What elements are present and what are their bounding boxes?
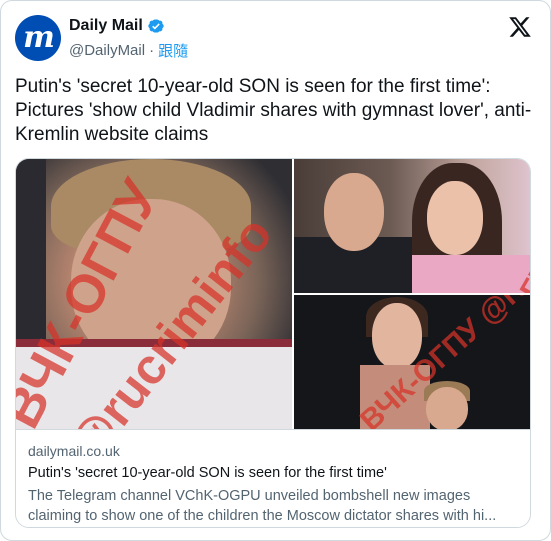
verified-badge-icon — [148, 19, 164, 33]
tweet-card[interactable]: m Daily Mail @DailyMail · 跟隨 Putin's 'se… — [0, 0, 551, 541]
link-description: The Telegram channel VChK-OGPU unveiled … — [28, 486, 520, 526]
follow-button[interactable]: 跟隨 — [158, 40, 188, 61]
tweet-text: Putin's 'secret 10-year-old SON is seen … — [15, 76, 532, 145]
avatar-letter: m — [23, 20, 55, 55]
author-handle-row: @DailyMail · 跟隨 — [69, 40, 188, 61]
x-logo-icon[interactable] — [508, 15, 532, 39]
photo-face — [427, 181, 483, 255]
author-display-name[interactable]: Daily Mail — [69, 17, 143, 35]
link-description-line: The Telegram channel VChK-OGPU unveiled … — [28, 488, 471, 504]
photo-face — [324, 173, 384, 251]
separator-dot: · — [149, 42, 155, 59]
author-handle[interactable]: @DailyMail — [69, 42, 145, 59]
photo-face — [426, 387, 468, 429]
link-description-line: claiming to show one of the children the… — [28, 508, 497, 524]
link-title[interactable]: Putin's 'secret 10-year-old SON is seen … — [28, 463, 520, 483]
photo-boy[interactable]: ВЧК-ОГПУ @rucriminfo — [16, 159, 292, 429]
photo-couple[interactable]: ВЧК-ОГПУ — [294, 159, 530, 293]
link-info[interactable]: dailymail.co.uk Putin's 'secret 10-year-… — [16, 429, 530, 527]
author-avatar[interactable]: m — [15, 15, 61, 61]
author-name-row[interactable]: Daily Mail — [69, 17, 165, 35]
link-preview-card[interactable]: ВЧК-ОГПУ @rucriminfo ВЧК-ОГПУ ВЧК-ОГПУ @… — [15, 158, 531, 528]
link-domain: dailymail.co.uk — [28, 443, 120, 459]
photo-woman-child[interactable]: ВЧК-ОГПУ @rucriminalinfo — [294, 295, 530, 429]
